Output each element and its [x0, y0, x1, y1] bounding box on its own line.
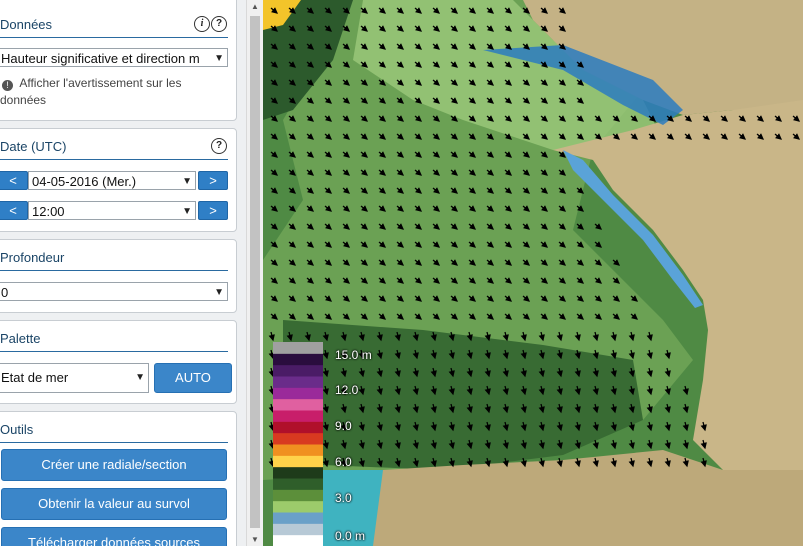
help-icon[interactable]: ?: [211, 138, 227, 154]
warning-icon: !: [2, 80, 13, 91]
date-title: Date (UTC): [0, 139, 67, 154]
time-select-value: 12:00: [32, 204, 65, 219]
date-card: Date (UTC) ? < 04-05-2016 (Mer.) ▼ > < 1…: [0, 128, 237, 232]
warning-toggle[interactable]: ! Afficher l'avertissement sur les donné…: [0, 75, 200, 109]
scrollbar-thumb[interactable]: [250, 16, 260, 528]
legend-color-swatch: [273, 410, 323, 422]
time-select[interactable]: 12:00 ▼: [28, 201, 196, 220]
control-panel: Données i ? Hauteur significative et dir…: [0, 0, 246, 546]
donnees-title: Données: [0, 17, 53, 32]
palette-card: Palette Etat de mer ▼ AUTO: [0, 320, 237, 404]
legend-label: 0.0 m: [335, 529, 366, 543]
next-day-button[interactable]: >: [198, 171, 228, 190]
legend-color-swatch: [273, 421, 323, 434]
profondeur-title: Profondeur: [0, 250, 65, 265]
palette-select-value: Etat de mer: [1, 370, 69, 385]
color-legend: 15.0 m 12.0 9.0 6.0 3.0 0.0 m: [273, 342, 383, 546]
profondeur-select[interactable]: 0 ▼: [0, 282, 228, 301]
chevron-down-icon: ▼: [135, 372, 145, 383]
legend-color-swatch: [273, 455, 323, 468]
prev-time-button[interactable]: <: [0, 201, 28, 220]
palette-select[interactable]: Etat de mer ▼: [0, 363, 149, 393]
legend-color-swatch: [273, 398, 323, 411]
legend-color-swatch: [273, 432, 323, 445]
download-source-button[interactable]: Télécharger données sources: [1, 527, 227, 546]
legend-label: 3.0: [335, 491, 352, 505]
chevron-down-icon: ▼: [214, 287, 224, 298]
day-select-value: 04-05-2016 (Mer.): [32, 174, 137, 189]
legend-color-swatch: [273, 342, 323, 354]
next-time-button[interactable]: >: [198, 201, 228, 220]
scroll-down-icon[interactable]: ▼: [251, 535, 259, 544]
info-icon[interactable]: i: [194, 16, 210, 32]
prev-day-button[interactable]: <: [0, 171, 28, 190]
donnees-card: Données i ? Hauteur significative et dir…: [0, 0, 237, 121]
legend-label: 9.0: [335, 419, 352, 433]
warning-label: Afficher l'avertissement sur les données: [0, 76, 182, 107]
outils-title: Outils: [0, 422, 34, 437]
chevron-down-icon: ▼: [182, 206, 192, 217]
legend-color-swatch: [273, 478, 323, 490]
legend-color-swatch: [273, 364, 323, 377]
outils-card: Outils Créer une radiale/section Obtenir…: [0, 411, 237, 546]
auto-button[interactable]: AUTO: [154, 363, 232, 393]
legend-color-swatch: [273, 489, 323, 502]
day-select[interactable]: 04-05-2016 (Mer.) ▼: [28, 171, 196, 190]
legend-color-swatch: [273, 376, 323, 388]
panel-scrollbar[interactable]: ▲ ▼: [246, 0, 263, 546]
legend-label: 12.0: [335, 383, 359, 397]
help-icon[interactable]: ?: [211, 16, 227, 32]
palette-title: Palette: [0, 331, 41, 346]
legend-color-bar: [273, 342, 323, 546]
chevron-down-icon: ▼: [214, 53, 224, 64]
legend-color-swatch: [273, 523, 323, 536]
legend-color-swatch: [273, 500, 323, 513]
legend-color-swatch: [273, 353, 323, 366]
create-radial-button[interactable]: Créer une radiale/section: [1, 449, 227, 481]
chevron-down-icon: ▼: [182, 176, 192, 187]
legend-color-swatch: [273, 512, 323, 524]
donnees-select[interactable]: Hauteur significative et direction m ▼: [0, 48, 228, 67]
hover-value-button[interactable]: Obtenir la valeur au survol: [1, 488, 227, 520]
legend-color-swatch: [273, 534, 323, 546]
legend-color-swatch: [273, 444, 323, 456]
profondeur-select-value: 0: [1, 285, 9, 300]
legend-color-swatch: [273, 466, 323, 479]
donnees-select-value: Hauteur significative et direction m: [1, 51, 200, 66]
scroll-up-icon[interactable]: ▲: [251, 2, 259, 11]
profondeur-card: Profondeur 0 ▼: [0, 239, 237, 313]
legend-label: 15.0 m: [335, 348, 372, 362]
legend-label: 6.0: [335, 455, 352, 469]
legend-color-swatch: [273, 387, 323, 400]
